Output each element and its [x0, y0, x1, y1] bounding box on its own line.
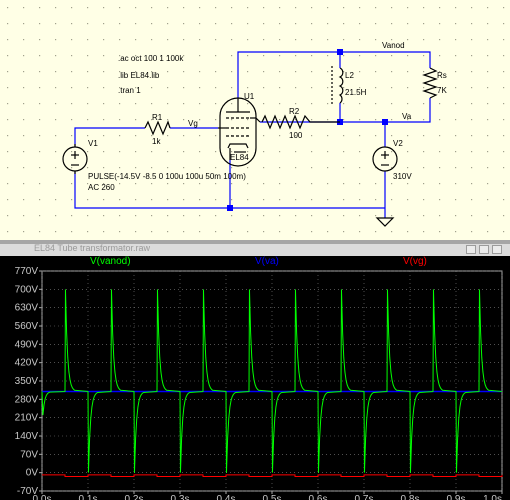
v1-value-line-2[interactable]: AC 260	[88, 183, 115, 192]
trace-legend[interactable]: V(vanod) V(va) V(vg)	[90, 256, 427, 267]
v1-name-label[interactable]: V1	[88, 139, 98, 148]
y-tick-label: 630V	[15, 303, 39, 314]
x-tick-label: 0.2s	[125, 494, 144, 500]
v2-value-label[interactable]: 310V	[393, 172, 412, 181]
legend-entry-vva[interactable]: V(va)	[255, 256, 279, 267]
y-tick-label: 350V	[15, 376, 39, 387]
y-tick-label: 140V	[15, 431, 39, 442]
schematic-canvas[interactable]: .ac oct 100 1 100k .lib EL84.lib .tran 1…	[0, 0, 510, 240]
y-tick-labels: -70V0V70V140V210V280V350V420V490V560V630…	[15, 266, 39, 497]
trace-vg[interactable]	[42, 474, 503, 477]
v2-name-label[interactable]: V2	[393, 139, 403, 148]
x-tick-label: 0.7s	[355, 494, 374, 500]
x-tick-label: 0.3s	[171, 494, 190, 500]
y-tick-label: 0V	[26, 468, 39, 479]
y-tick-label: 770V	[15, 266, 39, 277]
waveform-window[interactable]: EL84 Tube transformator.raw -70V 0V 70V 140…	[0, 244, 510, 500]
l2-name-label[interactable]: L2	[345, 71, 354, 80]
y-tick-label: 280V	[15, 394, 39, 405]
u1-name-label[interactable]: U1	[244, 92, 255, 101]
schematic-svg[interactable]: .ac oct 100 1 100k .lib EL84.lib .tran 1…	[0, 0, 510, 240]
y-tick-label: 490V	[15, 339, 39, 350]
x-tick-labels: 0.0s 0.1s 0.2s 0.3s 0.4s 0.5s 0.6s 0.7s 0.8s 0.9s…	[33, 494, 502, 500]
directive-ac[interactable]: .ac oct 100 1 100k	[118, 54, 184, 63]
net-label-vg[interactable]: Vg	[188, 119, 198, 128]
u1-value-label[interactable]: EL84	[230, 153, 249, 162]
r2-name-label[interactable]: R2	[289, 107, 300, 116]
rs-value-label[interactable]: 7K	[437, 86, 447, 95]
x-tick-label: 0.9s	[447, 494, 466, 500]
net-label-vanod[interactable]: Vanod	[382, 41, 405, 50]
y-tick-label: 560V	[15, 321, 39, 332]
r2-value-label[interactable]: 100	[289, 131, 303, 140]
x-tick-label: 0.8s	[401, 494, 420, 500]
y-tick-label: 700V	[15, 284, 39, 295]
x-tick-label: 0.5s	[263, 494, 282, 500]
schematic-grid	[0, 0, 510, 240]
net-label-va[interactable]: Va	[402, 112, 412, 121]
x-tick-label: 0.1s	[79, 494, 98, 500]
l2-value-label[interactable]: 21.5H	[345, 88, 367, 97]
y-tick-label: 210V	[15, 413, 39, 424]
directive-tran[interactable]: .tran 1	[118, 86, 141, 95]
r1-name-label[interactable]: R1	[152, 113, 163, 122]
y-tick-label: 70V	[20, 449, 38, 460]
x-tick-label: 0.0s	[33, 494, 52, 500]
traces[interactable]	[41, 289, 503, 477]
rs-name-label[interactable]: Rs	[437, 71, 447, 80]
legend-entry-vvanod[interactable]: V(vanod)	[90, 256, 131, 267]
waveform-plot[interactable]: -70V0V70V140V210V280V350V420V490V560V630…	[0, 244, 510, 500]
trace-vanod[interactable]	[41, 289, 503, 473]
legend-entry-vvg[interactable]: V(vg)	[403, 256, 427, 267]
directive-lib[interactable]: .lib EL84.lib	[118, 71, 160, 80]
r1-value-label[interactable]: 1k	[152, 137, 161, 146]
v1-value-line-1[interactable]: PULSE(-14.5V -8.5 0 100u 100u 50m 100m)	[88, 172, 246, 181]
x-tick-label: 0.6s	[309, 494, 328, 500]
x-tick-label: 1.0s	[483, 494, 502, 500]
y-tick-label: 420V	[15, 358, 39, 369]
x-tick-label: 0.4s	[217, 494, 236, 500]
